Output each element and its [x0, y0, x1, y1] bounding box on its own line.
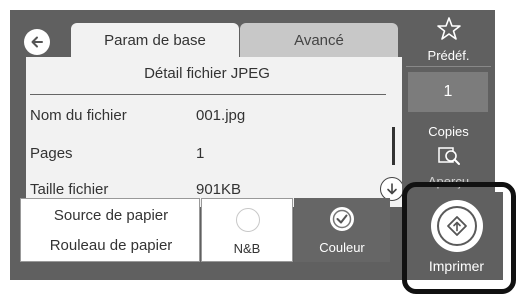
divider — [406, 66, 491, 67]
radio-off-icon — [236, 208, 260, 232]
tab-advanced[interactable]: Avancé — [240, 23, 398, 57]
preset-button[interactable] — [402, 16, 495, 42]
detail-row-filename: Nom du fichier 001.jpg — [30, 107, 245, 124]
detail-value: 901KB — [196, 181, 242, 198]
divider — [30, 94, 386, 95]
print-settings-screen: Param de base Avancé Détail fichier JPEG… — [10, 10, 404, 280]
preset-label: Prédéf. — [427, 48, 470, 63]
tab-basic-settings[interactable]: Param de base — [71, 23, 239, 57]
preview-button[interactable] — [402, 144, 495, 170]
preview-zoom-icon — [437, 147, 460, 165]
checkmark-icon — [330, 207, 354, 231]
paper-source-button[interactable]: Source de papier Rouleau de papier — [20, 198, 200, 262]
detail-row-filesize: Taille fichier 901KB — [30, 181, 241, 198]
highlight-frame — [402, 182, 516, 294]
detail-label: Nom du fichier — [30, 107, 127, 124]
file-details-title: Détail fichier JPEG — [144, 65, 270, 82]
star-icon — [436, 17, 461, 40]
mode-bw-label: N&B — [233, 241, 261, 256]
mode-color-button[interactable]: Couleur — [294, 198, 390, 262]
scroll-down-icon — [387, 183, 397, 195]
copies-value: 1 — [443, 83, 453, 100]
mode-color-label: Couleur — [319, 240, 365, 255]
back-button[interactable] — [24, 29, 50, 55]
copies-label: Copies — [428, 124, 469, 139]
detail-value: 1 — [196, 145, 205, 162]
file-details-panel: Détail fichier JPEG Nom du fichier 001.j… — [26, 57, 404, 207]
detail-label: Pages — [30, 145, 73, 162]
detail-value: 001.jpg — [196, 107, 246, 124]
paper-source-value: Rouleau de papier — [49, 237, 173, 254]
paper-source-title: Source de papier — [53, 207, 169, 224]
back-arrow-icon — [31, 36, 43, 48]
mode-bw-button[interactable]: N&B — [201, 198, 293, 262]
detail-label: Taille fichier — [30, 181, 109, 198]
tab-advanced-label: Avancé — [294, 31, 344, 49]
tab-basic-label: Param de base — [104, 31, 206, 49]
scrollbar[interactable] — [392, 127, 395, 165]
detail-row-pages: Pages 1 — [30, 145, 204, 162]
copies-input[interactable]: 1 — [408, 72, 488, 112]
